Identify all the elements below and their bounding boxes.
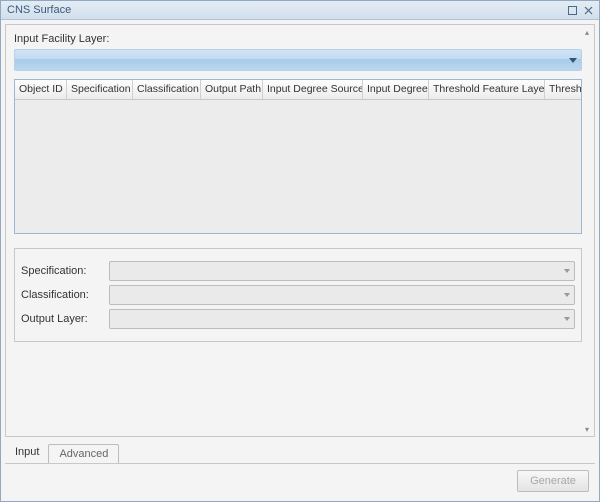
col-input-degree[interactable]: Input Degree [363,80,429,99]
main-panel: ▴ Input Facility Layer: Object ID Specif… [5,24,595,437]
col-specification[interactable]: Specification [67,80,133,99]
specification-dropdown[interactable] [109,261,575,281]
chevron-down-icon [564,269,570,273]
maximize-icon[interactable] [565,3,579,17]
scroll-down-icon[interactable]: ▾ [582,424,592,434]
output-layer-label: Output Layer: [21,313,109,325]
window-title: CNS Surface [7,4,563,16]
grid-header: Object ID Specification Classification O… [15,80,581,100]
row-specification: Specification: [21,261,575,281]
form-area: Specification: Classification: Output La… [14,248,582,342]
tab-advanced[interactable]: Advanced [48,444,119,464]
col-input-degree-source[interactable]: Input Degree Source [263,80,363,99]
row-classification: Classification: [21,285,575,305]
close-icon[interactable] [581,3,595,17]
col-threshold-layer[interactable]: Threshold Feature Layer [429,80,545,99]
classification-dropdown[interactable] [109,285,575,305]
chevron-down-icon [569,58,577,63]
footer: Generate [5,463,595,497]
col-output-path[interactable]: Output Path [201,80,263,99]
col-classification[interactable]: Classification [133,80,201,99]
titlebar: CNS Surface [1,1,599,20]
col-object-id[interactable]: Object ID [15,80,67,99]
input-facility-dropdown[interactable] [14,49,582,71]
data-grid[interactable]: Object ID Specification Classification O… [14,79,582,234]
window-root: CNS Surface ▴ Input Facility Layer: Obje… [0,0,600,502]
grid-body [15,100,581,233]
tab-bar: Input Advanced [5,441,595,463]
output-layer-dropdown[interactable] [109,309,575,329]
chevron-down-icon [564,317,570,321]
generate-button[interactable]: Generate [517,470,589,492]
specification-label: Specification: [21,265,109,277]
scroll-up-icon[interactable]: ▴ [582,27,592,37]
col-threshold-id[interactable]: Threshold Feature ID [545,80,581,99]
tab-input[interactable]: Input [5,443,49,463]
row-output-layer: Output Layer: [21,309,575,329]
chevron-down-icon [564,293,570,297]
classification-label: Classification: [21,289,109,301]
input-facility-label: Input Facility Layer: [14,33,582,45]
